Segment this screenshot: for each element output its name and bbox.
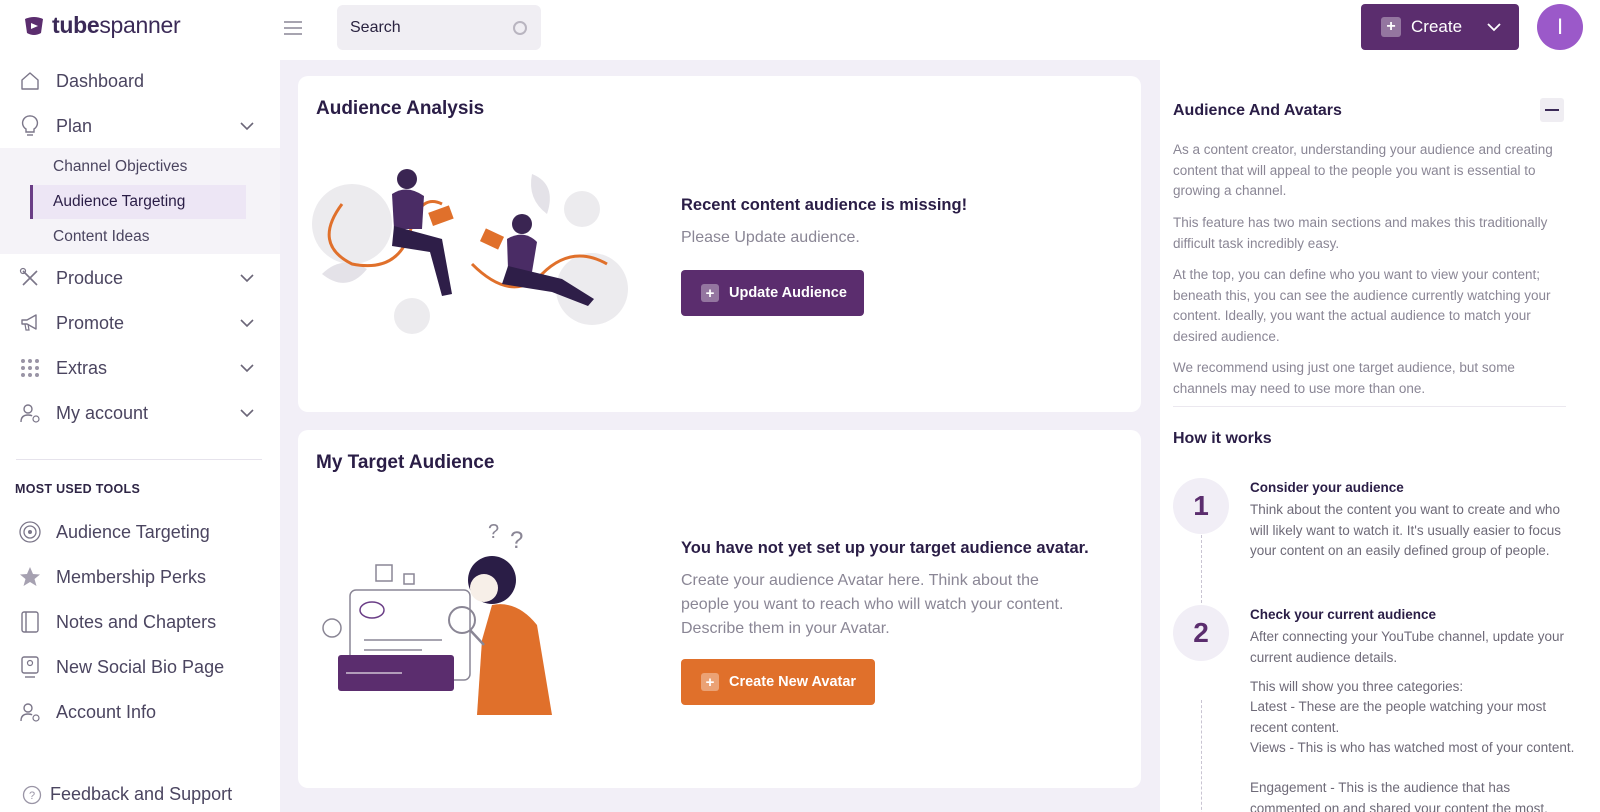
tool-new-social-bio-page-label: New Social Bio Page	[56, 656, 225, 677]
target-message-body: Create your audience Avatar here. Think …	[681, 572, 1064, 637]
disconnected-plug-illustration	[312, 169, 628, 334]
chevron-down-icon[interactable]	[240, 406, 254, 420]
profile-page-icon	[18, 655, 42, 679]
plus-icon: +	[701, 673, 719, 691]
chevron-down-icon[interactable]	[240, 361, 254, 375]
nav-my-account-label: My account	[56, 402, 149, 423]
tools-icon	[18, 266, 42, 290]
target-audience-title: My Target Audience	[316, 452, 495, 473]
step-connector	[1201, 700, 1202, 812]
help-panel-title: Audience And Avatars	[1173, 102, 1342, 119]
step-number-badge: 2	[1173, 605, 1229, 661]
analysis-message-title: Recent content audience is missing!	[681, 196, 968, 214]
step-title: Consider your audience	[1250, 480, 1404, 495]
create-new-avatar-label: Create New Avatar	[729, 674, 857, 690]
top-bar: + Create I	[280, 0, 1600, 60]
create-button-label: Create	[1411, 17, 1463, 36]
sidebar: tubespanner Dashboard Plan Channel Objec…	[0, 0, 280, 812]
svg-text:?: ?	[488, 521, 499, 543]
user-avatar[interactable]: I	[1537, 4, 1583, 50]
brand-logo[interactable]: tubespanner	[22, 12, 181, 39]
create-new-avatar-button[interactable]: + Create New Avatar	[681, 659, 875, 705]
help-paragraph: At the top, you can define who you want …	[1173, 267, 1551, 344]
tool-audience-targeting[interactable]: Audience Targeting	[18, 512, 262, 552]
sidebar-item-channel-objectives[interactable]: Channel Objectives	[53, 158, 187, 176]
nav-produce[interactable]: Produce	[18, 258, 262, 298]
step-detail: This will show you three categories:	[1250, 679, 1464, 694]
target-message-title: You have not yet set up your target audi…	[681, 539, 1089, 557]
chevron-down-icon[interactable]	[240, 271, 254, 285]
sidebar-item-content-ideas[interactable]: Content Ideas	[53, 228, 150, 246]
nav-promote[interactable]: Promote	[18, 303, 262, 343]
search-box	[337, 5, 541, 50]
collapse-panel-button[interactable]	[1540, 98, 1564, 122]
audience-analysis-card: Audience Analysis Recent content audienc…	[298, 76, 1141, 412]
chevron-down-icon	[1487, 23, 1501, 32]
help-paragraph: We recommend using just one target audie…	[1173, 360, 1515, 396]
notebook-icon	[18, 610, 42, 634]
tool-membership-perks-label: Membership Perks	[56, 566, 207, 587]
brand-name: tubespanner	[52, 12, 181, 38]
nav-dashboard[interactable]: Dashboard	[18, 61, 262, 101]
step-detail: Engagement - This is the audience that h…	[1250, 780, 1548, 812]
chevron-up-icon[interactable]	[240, 119, 254, 133]
menu-toggle-icon[interactable]	[283, 18, 303, 38]
step-body: After connecting your YouTube channel, u…	[1250, 629, 1564, 665]
nav-produce-label: Produce	[56, 267, 124, 288]
svg-text:?: ?	[29, 790, 35, 802]
panel-divider	[1173, 406, 1566, 407]
analysis-message-body: Please Update audience.	[681, 229, 860, 246]
person-magnifier-illustration: ? ?	[322, 521, 552, 715]
sidebar-item-audience-targeting[interactable]: Audience Targeting	[53, 193, 185, 211]
plus-icon: +	[1381, 17, 1401, 37]
feedback-label: Feedback and Support	[50, 784, 233, 804]
megaphone-icon	[18, 311, 42, 335]
plus-icon: +	[701, 284, 719, 302]
update-audience-button[interactable]: + Update Audience	[681, 270, 864, 316]
help-circle-icon: ?	[22, 785, 42, 804]
nav-plan-label: Plan	[56, 115, 93, 136]
user-gear-icon	[18, 700, 42, 724]
step-title: Check your current audience	[1250, 607, 1437, 622]
tool-notes-and-chapters-label: Notes and Chapters	[56, 611, 217, 632]
nav-dashboard-label: Dashboard	[56, 70, 145, 91]
tool-account-info-label: Account Info	[56, 701, 157, 722]
tool-audience-targeting-label: Audience Targeting	[56, 521, 210, 542]
nav-my-account[interactable]: My account	[18, 393, 262, 433]
tool-account-info[interactable]: Account Info	[18, 692, 262, 732]
feedback-and-support-link[interactable]: ? Feedback and Support	[22, 784, 232, 805]
tool-membership-perks[interactable]: Membership Perks	[18, 557, 262, 597]
how-it-works-title: How it works	[1173, 430, 1272, 447]
audience-analysis-title: Audience Analysis	[316, 98, 485, 119]
help-panel: Audience And Avatars As a content creato…	[1160, 60, 1600, 812]
star-icon	[18, 565, 42, 589]
step-number-badge: 1	[1173, 478, 1229, 534]
tool-new-social-bio-page[interactable]: New Social Bio Page	[18, 647, 262, 687]
search-input[interactable]	[350, 18, 500, 37]
sidebar-divider	[16, 459, 262, 460]
logo-icon	[25, 16, 43, 35]
svg-text:?: ?	[510, 527, 523, 554]
tool-notes-and-chapters[interactable]: Notes and Chapters	[18, 602, 262, 642]
step-detail: Latest - These are the people watching y…	[1250, 699, 1547, 735]
create-button[interactable]: + Create	[1361, 4, 1519, 50]
nav-plan[interactable]: Plan	[18, 106, 262, 146]
home-icon	[18, 69, 42, 93]
help-paragraph: As a content creator, understanding your…	[1173, 142, 1553, 198]
step-body: Think about the content you want to crea…	[1250, 502, 1561, 558]
nav-extras-label: Extras	[56, 357, 108, 378]
tools-section-title: MOST USED TOOLS	[15, 482, 141, 496]
user-gear-icon	[18, 401, 42, 425]
grid-dots-icon	[18, 356, 42, 380]
target-audience-card: My Target Audience ? ? You have not yet …	[298, 430, 1141, 788]
chevron-down-icon[interactable]	[240, 316, 254, 330]
step-detail: Views - This is who has watched most of …	[1250, 740, 1575, 755]
update-audience-label: Update Audience	[729, 285, 847, 301]
nav-extras[interactable]: Extras	[18, 348, 262, 388]
help-paragraph: This feature has two main sections and m…	[1173, 215, 1548, 251]
lightbulb-icon	[18, 114, 42, 138]
nav-promote-label: Promote	[56, 312, 125, 333]
target-icon	[18, 520, 42, 544]
search-icon[interactable]	[513, 21, 527, 35]
